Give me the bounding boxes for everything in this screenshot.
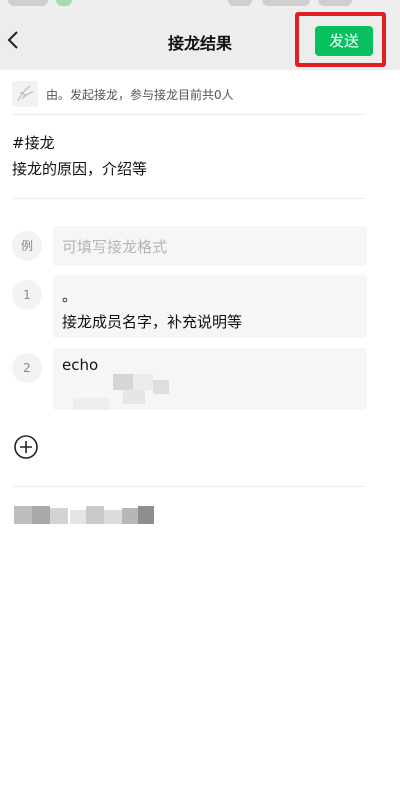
format-placeholder: 可填写接龙格式	[62, 238, 168, 256]
entry-number: 1	[12, 280, 42, 310]
entry-line-1: echo	[62, 356, 99, 374]
divider	[12, 486, 366, 487]
entry-line-1: 。	[62, 287, 78, 305]
entry-line-2: 接龙成员名字，补充说明等	[62, 313, 243, 331]
status-bar	[0, 0, 400, 12]
format-input[interactable]: 可填写接龙格式	[53, 226, 367, 266]
avatar	[12, 81, 38, 107]
topic-description[interactable]: 接龙的原因，介绍等	[12, 158, 147, 179]
divider	[12, 114, 366, 115]
plus-circle-icon[interactable]	[13, 434, 39, 460]
initiator-summary: 由。发起接龙，参与接龙目前共0人	[46, 88, 234, 102]
topic-title[interactable]: #接龙	[12, 132, 55, 153]
send-button[interactable]: 发送	[315, 26, 373, 56]
entry-item-2[interactable]: echo	[53, 348, 367, 410]
format-badge: 例	[12, 231, 42, 261]
entry-item-1[interactable]: 。 接龙成员名字，补充说明等	[53, 275, 367, 338]
nav-bar: 接龙结果 发送	[0, 12, 400, 70]
initiator-row: 由。发起接龙，参与接龙目前共0人	[0, 74, 400, 112]
entry-number: 2	[12, 353, 42, 383]
divider	[12, 198, 366, 199]
